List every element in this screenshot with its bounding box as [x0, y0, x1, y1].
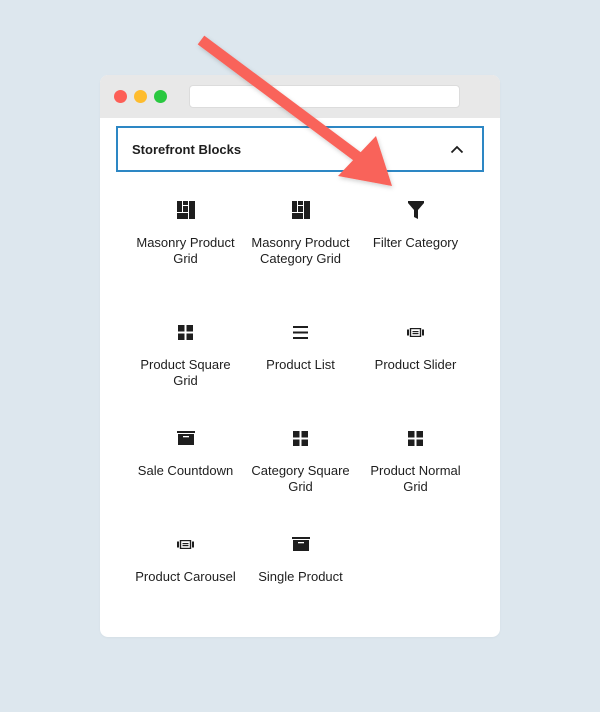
close-window-button[interactable] [114, 90, 127, 103]
minimize-window-button[interactable] [134, 90, 147, 103]
slider-icon [404, 320, 428, 344]
title-bar [100, 75, 500, 118]
block-label: Product Carousel [135, 569, 236, 584]
block-single-product[interactable]: Single Product [243, 527, 358, 633]
square-grid-icon [289, 426, 313, 450]
archive-box-icon [289, 532, 313, 556]
chevron-up-icon[interactable] [450, 142, 464, 156]
block-product-list[interactable]: Product List [243, 315, 358, 421]
masonry-grid-icon [174, 198, 198, 222]
browser-window: Storefront Blocks Masonry Product Grid M… [100, 75, 500, 637]
block-label: Product Square Grid [140, 357, 231, 388]
archive-box-icon [174, 426, 198, 450]
block-label: Masonry Product Category Grid [251, 235, 350, 266]
masonry-grid-icon [289, 198, 313, 222]
slider-icon [174, 532, 198, 556]
storefront-blocks-panel-toggle[interactable]: Storefront Blocks [116, 126, 484, 172]
block-filter-category[interactable]: Filter Category [358, 193, 473, 315]
list-icon [289, 320, 313, 344]
panel-title: Storefront Blocks [132, 141, 242, 157]
block-product-carousel[interactable]: Product Carousel [128, 527, 243, 633]
block-category-square-grid[interactable]: Category Square Grid [243, 421, 358, 527]
maximize-window-button[interactable] [154, 90, 167, 103]
square-grid-icon [174, 320, 198, 344]
block-label: Product Normal Grid [370, 463, 461, 494]
block-product-slider[interactable]: Product Slider [358, 315, 473, 421]
block-grid: Masonry Product Grid Masonry Product Cat… [128, 193, 473, 633]
block-sale-countdown[interactable]: Sale Countdown [128, 421, 243, 527]
block-label: Filter Category [372, 235, 459, 250]
block-product-normal-grid[interactable]: Product Normal Grid [358, 421, 473, 527]
block-masonry-product-grid[interactable]: Masonry Product Grid [128, 193, 243, 315]
block-label: Product List [266, 357, 335, 372]
block-label: Sale Countdown [137, 463, 234, 478]
block-label: Category Square Grid [251, 463, 350, 494]
block-masonry-product-category-grid[interactable]: Masonry Product Category Grid [243, 193, 358, 315]
address-bar[interactable] [189, 85, 460, 108]
block-label: Product Slider [374, 357, 457, 372]
filter-icon [404, 198, 428, 222]
block-label: Masonry Product Grid [136, 235, 235, 266]
block-label: Single Product [258, 569, 343, 584]
block-product-square-grid[interactable]: Product Square Grid [128, 315, 243, 421]
square-grid-icon [404, 426, 428, 450]
